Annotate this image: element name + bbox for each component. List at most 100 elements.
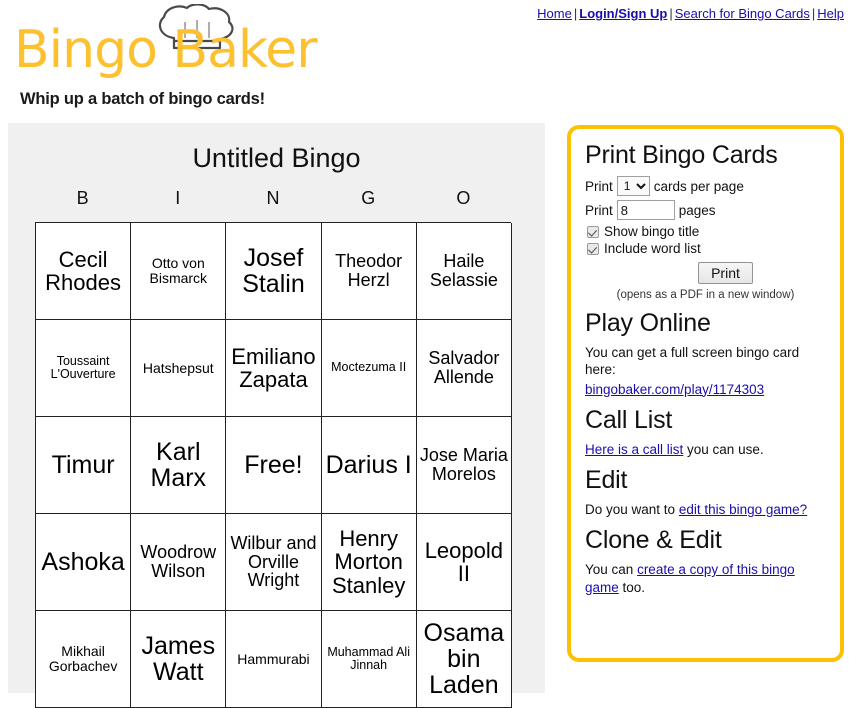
cards-per-page-select[interactable]: 1 2 4 (616, 176, 650, 196)
bingo-cell[interactable]: Jose Maria Morelos (416, 417, 512, 514)
print-section-heading: Print Bingo Cards (585, 141, 778, 169)
bingo-cell[interactable]: Osama bin Laden (416, 611, 512, 708)
bingo-cell[interactable]: Moctezuma II (321, 320, 417, 417)
nav-link-search-bingo-cards[interactable]: Search for Bingo Cards (675, 6, 810, 21)
pages-prefix: Print (585, 202, 613, 218)
top-navigation: Home | Login/Sign Up | Search for Bingo Card… (537, 6, 844, 21)
bingo-grid: Cecil Rhodes Otto von Bismarck Josef Sta… (35, 222, 512, 708)
bingo-cell[interactable]: Mikhail Gorbachev (36, 611, 132, 708)
bingo-cell-label: Free! (244, 450, 303, 479)
call-list-text-after: you can use. (683, 441, 764, 457)
bingo-cell[interactable]: Toussaint L'Ouverture (36, 320, 132, 417)
bingo-cell[interactable]: Cecil Rhodes (36, 223, 132, 320)
show-bingo-title-label: Show bingo title (604, 224, 700, 239)
include-word-list-label: Include word list (604, 241, 701, 256)
clone-text-before: You can (585, 562, 638, 578)
bingo-cell-label: Henry Morton Stanley (331, 526, 406, 598)
bingo-row: Toussaint L'Ouverture Hatshepsut Emilian… (36, 320, 512, 417)
bingo-cell[interactable]: James Watt (131, 611, 227, 708)
bingo-cell-label: Darius I (325, 450, 412, 479)
print-button-container: Print (585, 262, 826, 284)
bingo-cell-label: Cecil Rhodes (45, 246, 122, 295)
bingo-cell[interactable]: Hammurabi (226, 611, 322, 708)
cards-per-page-prefix: Print (585, 178, 613, 194)
bingo-cell-label: Haile Selassie (429, 251, 498, 290)
bingo-cell-label: Hammurabi (237, 650, 310, 667)
bingo-cell-free[interactable]: Free! (226, 417, 322, 514)
bingo-row: Ashoka Woodrow Wilson Wilbur and Orville… (36, 514, 512, 611)
bingo-cell-label: Muhammad Ali Jinnah (327, 644, 410, 672)
bingo-cell[interactable]: Wilbur and Orville Wright (226, 514, 322, 611)
bingo-column-header-o: O (456, 188, 471, 208)
print-button[interactable]: Print (698, 262, 753, 284)
bingo-cell-label: Woodrow Wilson (140, 542, 217, 581)
pages-input[interactable] (616, 200, 675, 220)
bingo-cell[interactable]: Henry Morton Stanley (321, 514, 417, 611)
bingo-cell[interactable]: Woodrow Wilson (131, 514, 227, 611)
bingo-cell-label: Otto von Bismarck (149, 255, 208, 286)
edit-bingo-game-link[interactable]: edit this bingo game? (679, 502, 807, 517)
bingo-cell[interactable]: Darius I (321, 417, 417, 514)
bingo-cell[interactable]: Emiliano Zapata (226, 320, 322, 417)
bingo-column-header-b: B (76, 188, 89, 208)
bingo-row: Timur Karl Marx Free! Darius I Jose Mari… (36, 417, 512, 514)
bingo-cell-label: Mikhail Gorbachev (48, 643, 118, 674)
call-list-link[interactable]: Here is a call list (585, 442, 683, 457)
logo-wordmark: Bingo Baker (14, 20, 318, 80)
pages-row: Print pages (585, 200, 826, 220)
bingo-cell[interactable]: Josef Stalin (226, 223, 322, 320)
include-word-list-row[interactable]: Include word list (587, 241, 826, 256)
nav-link-login-signup[interactable]: Login/Sign Up (579, 6, 667, 21)
nav-link-help[interactable]: Help (817, 6, 844, 21)
show-bingo-title-row[interactable]: Show bingo title (587, 224, 826, 239)
clone-edit-heading: Clone & Edit (585, 526, 722, 555)
clone-edit-row: You can create a copy of this bingo game… (585, 561, 826, 596)
bingo-cell[interactable]: Salvador Allende (416, 320, 512, 417)
bingo-cell-label: James Watt (141, 631, 216, 686)
bingo-cell[interactable]: Otto von Bismarck (131, 223, 227, 320)
bingo-column-header-g: G (361, 188, 376, 208)
bingo-column-header-n: N (266, 188, 280, 208)
bingo-cell-label: Josef Stalin (242, 243, 305, 298)
bingo-cell-label: Hatshepsut (142, 359, 214, 376)
call-list-heading: Call List (585, 405, 673, 434)
cards-per-page-suffix: cards per page (653, 178, 744, 194)
bingo-cell[interactable]: Ashoka (36, 514, 132, 611)
bingo-cell-label: Leopold II (424, 537, 503, 586)
bingo-row: Cecil Rhodes Otto von Bismarck Josef Sta… (36, 223, 512, 320)
print-pdf-note: (opens as a PDF in a new window) (616, 289, 795, 301)
bingo-card-title: Untitled Bingo (192, 143, 361, 173)
bingo-cell-label: Salvador Allende (428, 348, 500, 387)
clone-text-after: too. (618, 579, 646, 595)
pages-suffix: pages (678, 202, 716, 218)
bingo-cell-label: Toussaint L'Ouverture (50, 353, 116, 381)
bingo-cell-label: Wilbur and Orville Wright (230, 532, 317, 591)
checkbox-checked-icon[interactable] (587, 242, 599, 255)
bingo-cell[interactable]: Leopold II (416, 514, 512, 611)
play-online-link[interactable]: bingobaker.com/play/1174303 (585, 382, 764, 397)
bingo-cell[interactable]: Theodor Herzl (321, 223, 417, 320)
bingo-cell-label: Jose Maria Morelos (419, 445, 508, 484)
edit-heading: Edit (585, 466, 628, 495)
play-online-heading: Play Online (585, 309, 711, 337)
bingo-cell-label: Osama bin Laden (423, 618, 505, 700)
bingo-cell[interactable]: Hatshepsut (131, 320, 227, 417)
bingo-cell[interactable]: Timur (36, 417, 132, 514)
bingo-column-headers: B I N G O (35, 188, 511, 209)
bingo-column-header-i: I (175, 188, 181, 208)
cards-per-page-row: Print 1 2 4 cards per page (585, 176, 826, 196)
bingo-cell-label: Theodor Herzl (335, 251, 403, 290)
checkbox-checked-icon[interactable] (587, 225, 599, 238)
nav-link-home[interactable]: Home (537, 6, 572, 21)
bingo-cell-label: Emiliano Zapata (231, 343, 316, 392)
edit-row: Do you want to edit this bingo game? (585, 501, 826, 518)
edit-text-before: Do you want to (585, 502, 679, 518)
options-sidebar: Print Bingo Cards Print 1 2 4 cards per … (567, 125, 844, 662)
bingo-cell-label: Ashoka (41, 547, 125, 576)
bingo-cell[interactable]: Muhammad Ali Jinnah (321, 611, 417, 708)
bingo-cell[interactable]: Karl Marx (131, 417, 227, 514)
bingo-cell[interactable]: Haile Selassie (416, 223, 512, 320)
nav-separator: | (669, 6, 673, 21)
bingo-cell-label: Timur (51, 450, 115, 479)
bingo-row: Mikhail Gorbachev James Watt Hammurabi M… (36, 611, 512, 708)
